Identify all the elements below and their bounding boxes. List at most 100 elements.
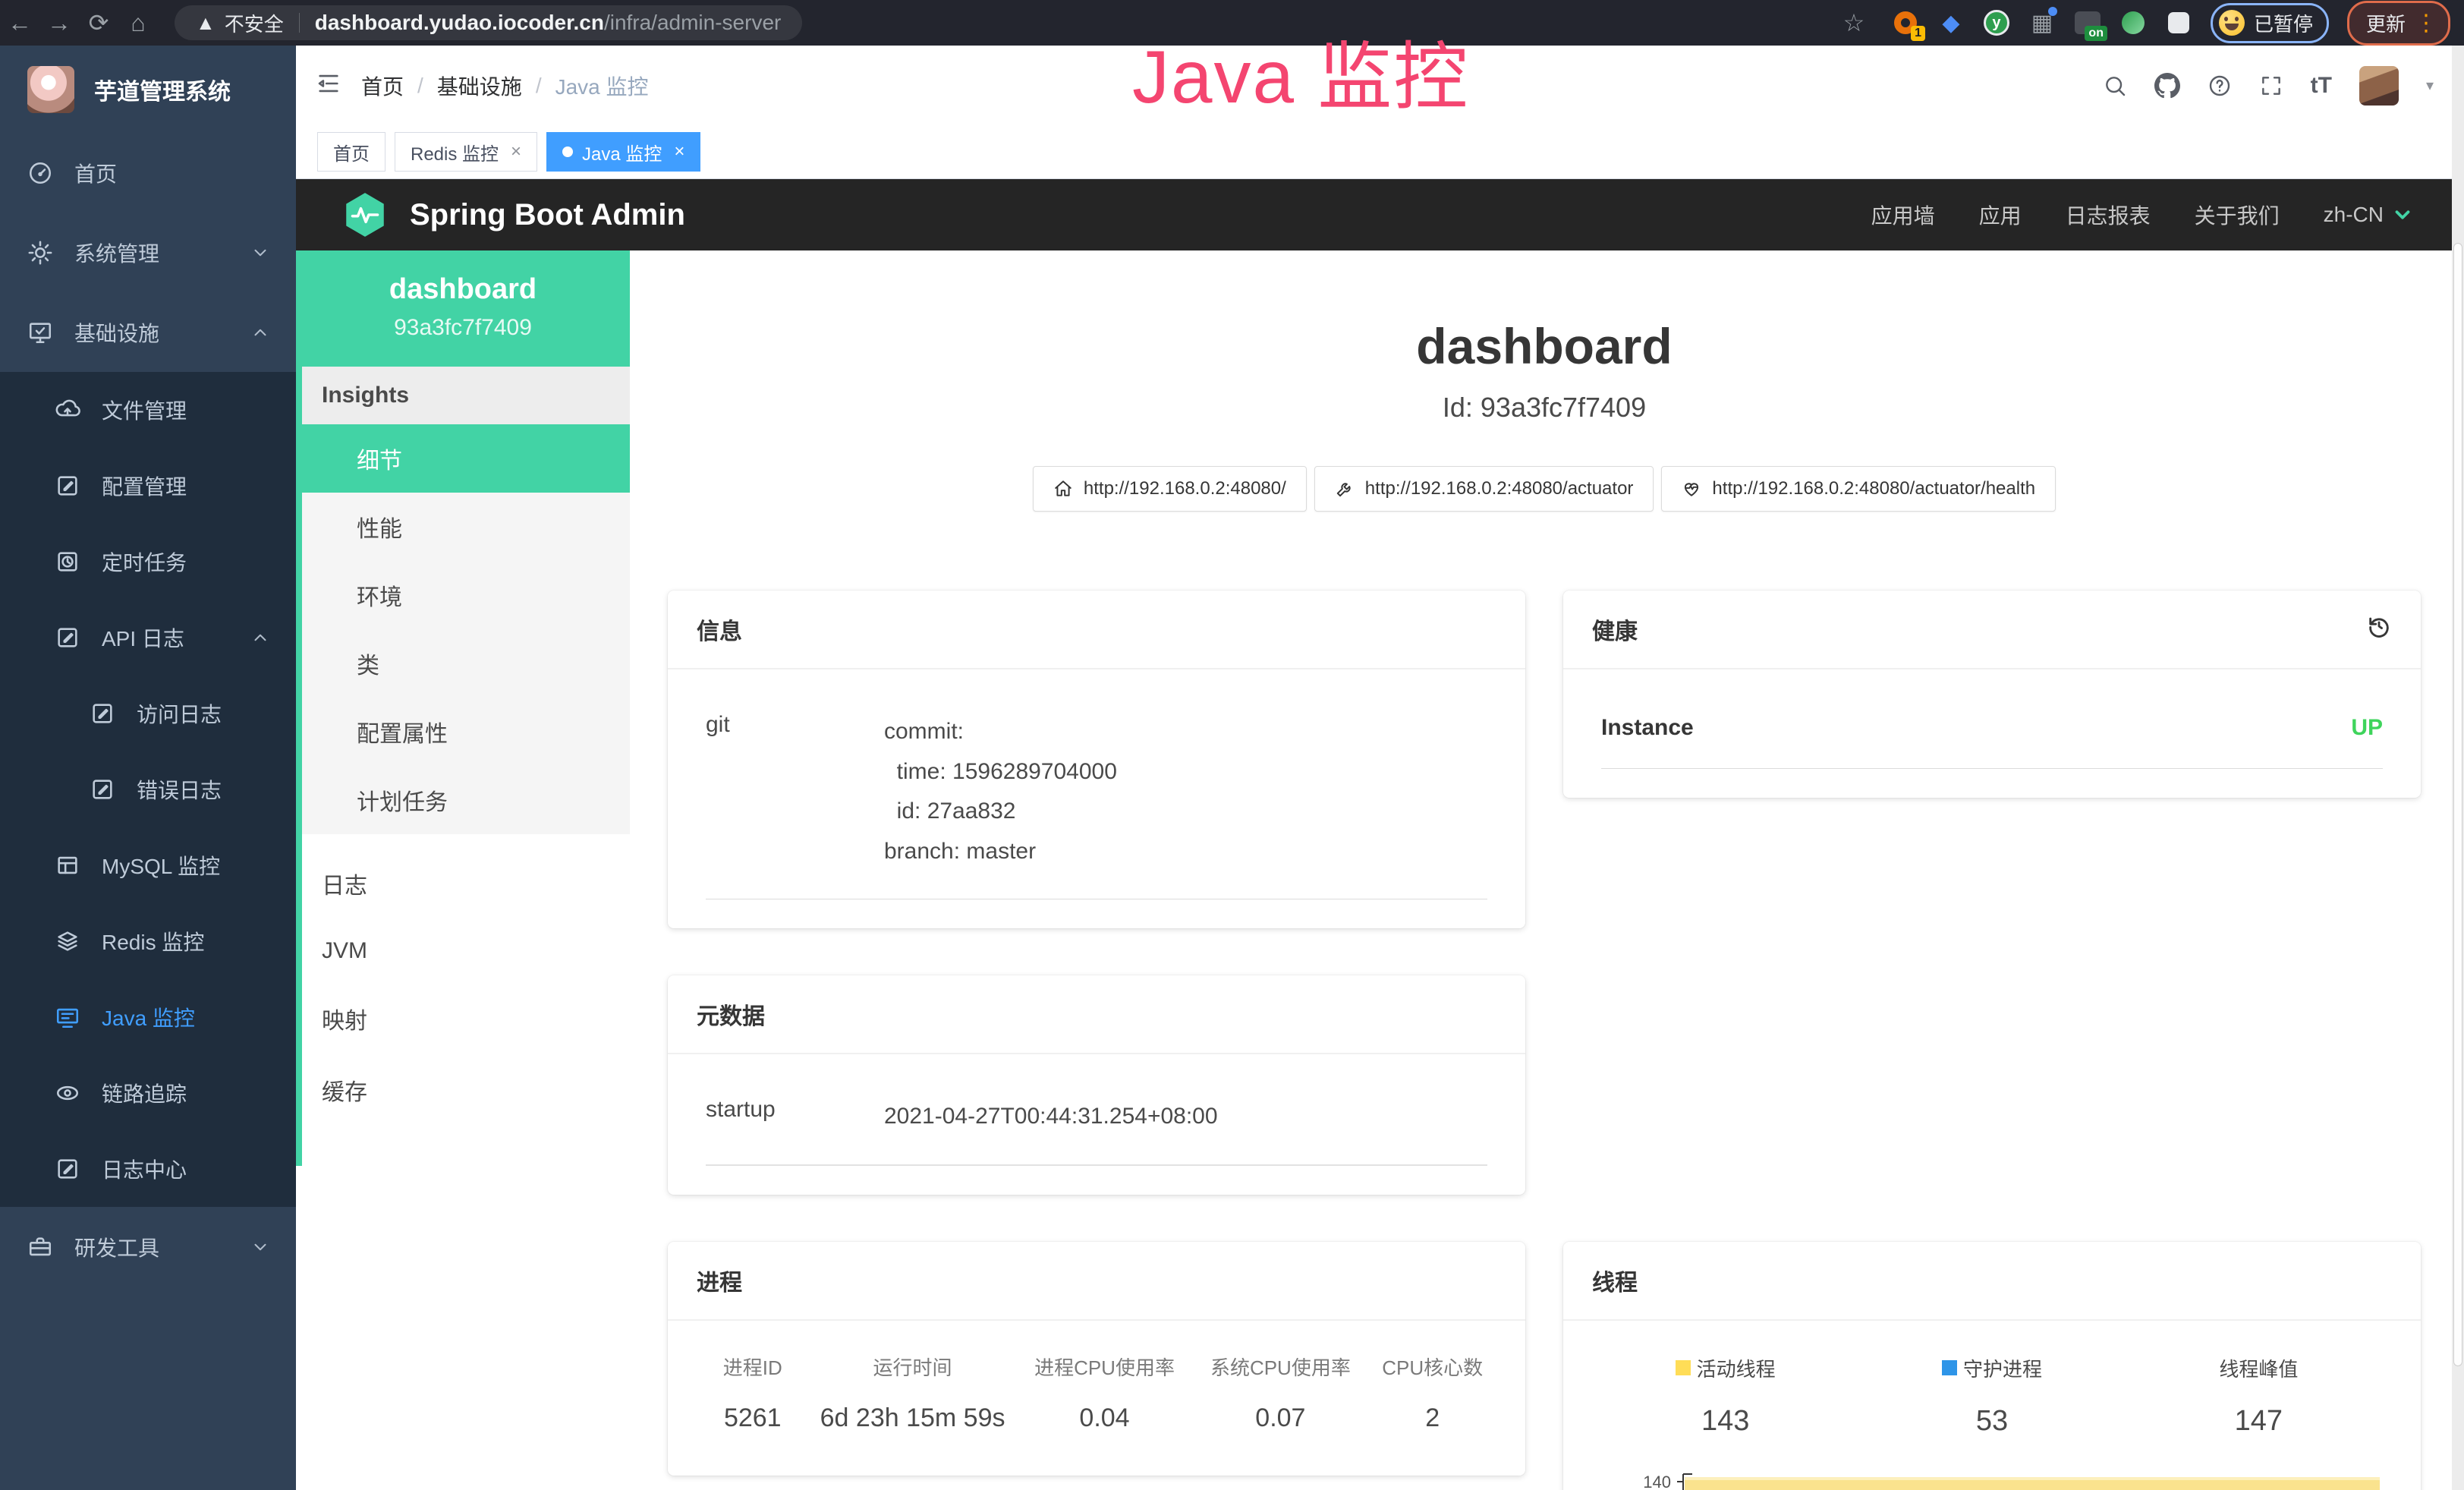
sidebar-item-config-management[interactable]: 配置管理 (0, 448, 296, 524)
sidebar-item-scheduled-tasks[interactable]: 定时任务 (0, 524, 296, 600)
reload-icon[interactable]: ⟳ (79, 8, 118, 37)
insights-section-label: Insights (296, 367, 630, 424)
caret-down-icon[interactable]: ▾ (2426, 76, 2434, 95)
paused-extension-pill[interactable]: 已暂停 (2211, 3, 2329, 43)
menu-dots-icon: ⋮ (2415, 10, 2437, 36)
sidebar-item-home[interactable]: 首页 (0, 133, 296, 213)
instance-name: dashboard (304, 273, 622, 306)
legend-live-threads: 活动线程 143 (1592, 1354, 1858, 1438)
edit-square-icon (55, 1156, 80, 1182)
page-scrollbar[interactable] (2452, 46, 2464, 1490)
browser-update-button[interactable]: 更新 ⋮ (2347, 1, 2450, 46)
table-row: 5261 6d 23h 15m 59s 0.04 0.07 2 (697, 1403, 1496, 1447)
sidebar-item-log-center[interactable]: 日志中心 (0, 1131, 296, 1207)
browser-extension-leaf-icon[interactable] (2119, 9, 2147, 36)
font-size-icon[interactable]: tT (2311, 73, 2332, 99)
fullscreen-icon[interactable] (2259, 74, 2283, 98)
process-table: 进程ID 运行时间 进程CPU使用率 系统CPU使用率 CPU核心数 (697, 1353, 1496, 1447)
warning-icon: ▲ (196, 11, 216, 35)
legend-peak-threads: 线程峰值 147 (2126, 1354, 2392, 1438)
back-icon[interactable]: ← (0, 9, 39, 37)
tab-redis-monitor[interactable]: Redis 监控 × (395, 132, 537, 172)
sidebar-item-java-monitor[interactable]: Java 监控 (0, 979, 296, 1055)
edit-square-icon (90, 777, 115, 802)
sidebar-item-infrastructure[interactable]: 基础设施 (0, 292, 296, 372)
browser-extension-dark-icon[interactable]: on (2074, 9, 2101, 36)
sba-menu-classes[interactable]: 类 (296, 629, 630, 698)
url-path: /infra/admin-server (604, 11, 781, 35)
sba-nav-applications[interactable]: 应用 (1979, 200, 2022, 230)
browser-extension-c-icon[interactable]: 1 (1892, 9, 1919, 36)
close-icon[interactable]: × (674, 141, 684, 162)
health-url-button[interactable]: http://192.168.0.2:48080/actuator/health (1661, 466, 2056, 512)
sba-menu-metrics[interactable]: 性能 (296, 493, 630, 561)
url-host: dashboard.yudao.iocoder.cn (315, 11, 604, 35)
metadata-startup-row: startup 2021-04-27T00:44:31.254+08:00 (706, 1063, 1487, 1166)
heartbeat-icon (1682, 479, 1701, 499)
sba-main: dashboard Id: 93a3fc7f7409 http://192.16… (630, 250, 2464, 1490)
wrench-icon (1335, 479, 1355, 499)
threads-card: 线程 活动线程 143 守护进程 53 (1563, 1242, 2421, 1490)
app-logo[interactable]: 芋道管理系统 (0, 46, 296, 133)
sba-menu-config-props[interactable]: 配置属性 (296, 698, 630, 766)
breadcrumb-home[interactable]: 首页 (361, 71, 404, 101)
edit-square-icon (55, 625, 80, 650)
sba-menu-details[interactable]: 细节 (296, 424, 630, 493)
instance-block[interactable]: dashboard 93a3fc7f7409 (296, 250, 630, 367)
github-icon[interactable] (2154, 73, 2180, 99)
close-icon[interactable]: × (511, 141, 521, 162)
browser-extension-puzzle-icon[interactable] (2165, 9, 2192, 36)
tab-home[interactable]: 首页 (317, 132, 385, 172)
breadcrumb-infrastructure[interactable]: 基础设施 (437, 71, 522, 101)
instance-id: 93a3fc7f7409 (304, 315, 622, 341)
collapse-sidebar-icon[interactable] (316, 71, 341, 100)
sba-menu-environment[interactable]: 环境 (296, 561, 630, 629)
sba-menu-mappings[interactable]: 映射 (296, 983, 630, 1054)
legend-daemon-threads: 守护进程 53 (1858, 1354, 2125, 1438)
sidebar-item-dev-tools[interactable]: 研发工具 (0, 1207, 296, 1287)
sidebar-item-api-logs[interactable]: API 日志 (0, 600, 296, 676)
language-selector[interactable]: zh-CN (2324, 203, 2414, 227)
sba-nav-about[interactable]: 关于我们 (2195, 200, 2280, 230)
sidebar-item-error-logs[interactable]: 错误日志 (0, 751, 296, 827)
service-url-button[interactable]: http://192.168.0.2:48080/ (1033, 466, 1307, 512)
layers-icon (55, 928, 80, 954)
cloud-upload-icon (55, 397, 80, 423)
tags-view-bar: 首页 Redis 监控 × Java 监控 × (296, 125, 2464, 179)
search-icon[interactable] (2103, 74, 2127, 98)
scrollbar-thumb[interactable] (2453, 243, 2462, 1366)
sba-nav-wallboard[interactable]: 应用墙 (1871, 200, 1935, 230)
sidebar-item-system-management[interactable]: 系统管理 (0, 213, 296, 292)
divider (299, 13, 300, 33)
sidebar-item-tracing[interactable]: 链路追踪 (0, 1055, 296, 1131)
address-bar[interactable]: ▲ 不安全 dashboard.yudao.iocoder.cn/infra/a… (175, 5, 802, 40)
sidebar-item-file-management[interactable]: 文件管理 (0, 372, 296, 448)
sba-menu-logs[interactable]: 日志 (296, 848, 630, 919)
user-avatar[interactable] (2359, 66, 2399, 106)
sba-header: Spring Boot Admin 应用墙 应用 日志报表 关于我们 zh-CN (296, 179, 2464, 250)
sba-menu-scheduled-tasks[interactable]: 计划任务 (296, 766, 630, 834)
home-icon (1053, 479, 1073, 499)
edit-square-icon (55, 473, 80, 499)
browser-extension-pin-icon[interactable]: ◆ (1937, 9, 1965, 36)
bookmark-star-icon[interactable]: ☆ (1834, 8, 1874, 37)
history-icon[interactable] (2366, 613, 2392, 645)
sba-menu-caches[interactable]: 缓存 (296, 1054, 630, 1126)
svg-text:140: 140 (1643, 1473, 1671, 1490)
browser-extension-y-icon[interactable]: y (1983, 9, 2010, 36)
page-subtitle: Id: 93a3fc7f7409 (668, 392, 2421, 424)
actuator-url-button[interactable]: http://192.168.0.2:48080/actuator (1314, 466, 1654, 512)
help-icon[interactable] (2208, 74, 2232, 98)
metadata-card: 元数据 startup 2021-04-27T00:44:31.254+08:0… (668, 975, 1525, 1195)
sidebar-item-redis-monitor[interactable]: Redis 监控 (0, 903, 296, 979)
sba-nav-journal[interactable]: 日志报表 (2066, 200, 2151, 230)
sidebar-item-access-logs[interactable]: 访问日志 (0, 676, 296, 751)
chevron-down-icon (2391, 203, 2414, 226)
sba-menu-jvm[interactable]: JVM (296, 919, 630, 983)
forward-icon[interactable]: → (39, 9, 79, 37)
browser-extension-grid-icon[interactable]: ▦ (2028, 9, 2056, 36)
tab-java-monitor[interactable]: Java 监控 × (546, 132, 700, 172)
health-instance-row: Instance UP (1601, 679, 2383, 769)
sidebar-item-mysql-monitor[interactable]: MySQL 监控 (0, 827, 296, 903)
home-icon[interactable]: ⌂ (118, 9, 158, 37)
